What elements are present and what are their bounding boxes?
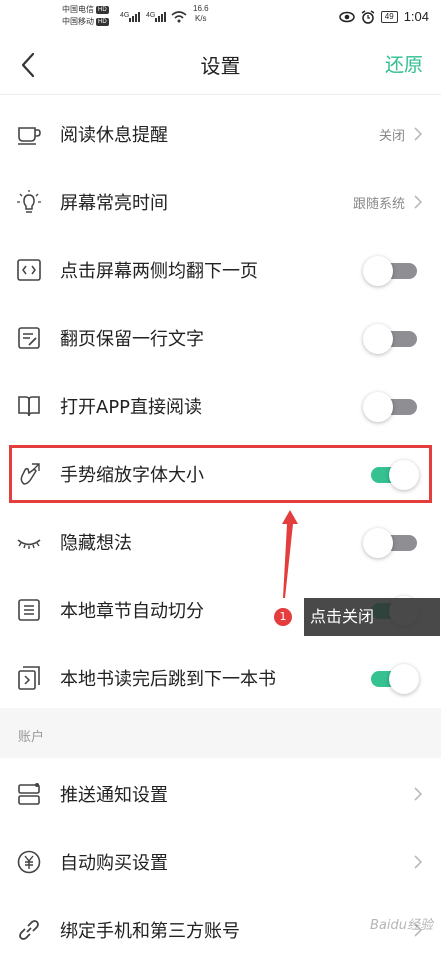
setting-row-rest-reminder[interactable]: 阅读休息提醒 关闭: [0, 100, 441, 168]
account-label: 推送通知设置: [60, 785, 168, 806]
note-edit-icon: [18, 327, 40, 349]
restore-button[interactable]: 还原: [385, 50, 423, 77]
open-read-toggle[interactable]: [363, 392, 419, 422]
signal-icon: 4G 4G: [120, 11, 187, 23]
carrier2-label: 中国移动: [62, 17, 94, 26]
chevron-right-icon: [414, 127, 423, 141]
setting-label: 屏幕常亮时间: [60, 193, 168, 214]
yuan-icon: [17, 850, 41, 874]
setting-row-open-read: 打开APP直接阅读: [0, 372, 441, 440]
push-icon: [18, 783, 40, 805]
eye-closed-icon: [17, 539, 41, 549]
setting-row-keep-line: 翻页保留一行文字: [0, 304, 441, 372]
account-label: 绑定手机和第三方账号: [60, 921, 240, 942]
svg-text:4G: 4G: [146, 12, 155, 19]
carrier-info: 中国电信 HD 中国移动 HD: [62, 4, 109, 28]
tap-sides-toggle[interactable]: [363, 256, 419, 286]
carrier1-label: 中国电信: [62, 5, 94, 14]
eye-icon: [339, 11, 355, 22]
code-box-icon: [17, 259, 41, 281]
setting-label: 阅读休息提醒: [60, 125, 168, 146]
chevron-right-icon: [414, 855, 423, 869]
toggle-knob: [389, 664, 419, 694]
setting-label: 翻页保留一行文字: [60, 329, 204, 350]
setting-label: 本地章节自动切分: [60, 601, 204, 622]
chevron-right-icon: [414, 195, 423, 209]
speed-unit: K/s: [195, 14, 207, 23]
setting-label: 隐藏想法: [60, 533, 132, 554]
toggle-knob: [363, 392, 393, 422]
highlight-box: [9, 445, 432, 503]
chevron-right-icon: [414, 787, 423, 801]
setting-row-next-book: 本地书读完后跳到下一本书: [0, 644, 441, 712]
account-row-auto-buy[interactable]: 自动购买设置: [0, 828, 441, 896]
hd-badge: HD: [96, 18, 109, 26]
account-row-push[interactable]: 推送通知设置: [0, 760, 441, 828]
tip-text: 点击关闭: [304, 598, 440, 636]
network-speed: 16.6 K/s: [193, 4, 209, 24]
annotation-arrow-icon: [282, 510, 298, 598]
speed-value: 16.6: [193, 4, 209, 13]
section-account-label: 账户: [18, 730, 45, 745]
setting-value: 关闭: [378, 129, 405, 144]
setting-label: 打开APP直接阅读: [60, 397, 203, 418]
keep-line-toggle[interactable]: [363, 324, 419, 354]
toggle-knob: [363, 528, 393, 558]
alarm-icon: [361, 9, 375, 24]
annotation-tip: 1 点击关闭: [272, 598, 440, 636]
next-book-icon: [18, 666, 40, 690]
account-label: 自动购买设置: [60, 853, 168, 874]
page-title: 设置: [200, 54, 241, 78]
clock: 1:04: [403, 9, 429, 24]
next-book-toggle[interactable]: [363, 664, 419, 694]
link-icon: [19, 920, 39, 940]
status-right: 49 1:04: [339, 9, 429, 24]
setting-value: 跟随系统: [352, 197, 405, 212]
hide-thoughts-toggle[interactable]: [363, 528, 419, 558]
status-bar: 中国电信 HD 中国移动 HD 4G 4G 16.6 K/s 49 1:04: [0, 0, 441, 34]
setting-label: 点击屏幕两侧均翻下一页: [60, 261, 258, 282]
nav-bar: 设置 还原: [0, 34, 441, 95]
toggle-knob: [363, 256, 393, 286]
setting-row-tap-sides: 点击屏幕两侧均翻下一页: [0, 236, 441, 304]
section-account: 账户: [0, 708, 441, 758]
toggle-knob: [363, 324, 393, 354]
svg-text:4G: 4G: [120, 12, 129, 19]
setting-label: 本地书读完后跳到下一本书: [60, 669, 276, 690]
battery-icon: 49: [380, 10, 398, 23]
cup-icon: [18, 127, 41, 145]
bulb-icon: [17, 190, 41, 213]
book-open-icon: [18, 396, 40, 417]
step-badge: 1: [274, 608, 292, 626]
setting-row-screen-on[interactable]: 屏幕常亮时间 跟随系统: [0, 168, 441, 236]
hd-badge: HD: [96, 6, 109, 14]
list-box-icon: [18, 599, 40, 621]
setting-row-hide-thoughts: 隐藏想法: [0, 508, 441, 576]
watermark: Baidu经验: [370, 918, 433, 933]
